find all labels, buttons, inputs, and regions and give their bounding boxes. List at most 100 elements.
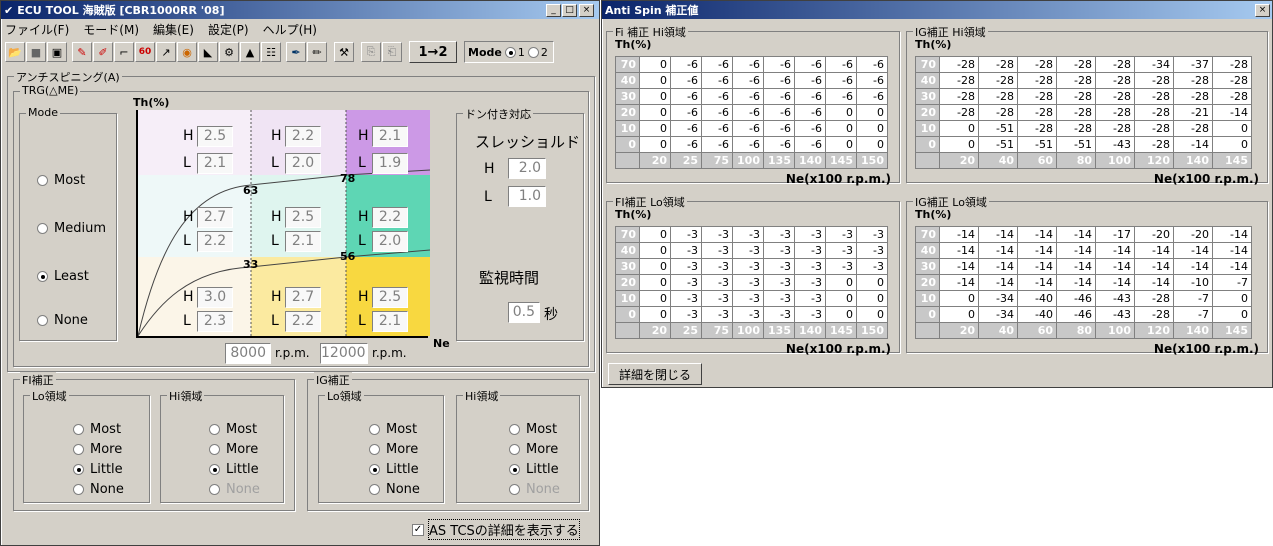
table-cell[interactable]: -28 [939, 88, 979, 105]
table-cell[interactable]: -6 [732, 104, 764, 121]
table-cell[interactable]: -28 [1212, 72, 1252, 89]
gear-icon[interactable]: ⚙ [219, 42, 239, 62]
table-cell[interactable]: 0 [1212, 136, 1252, 153]
trg-cell-9-h[interactable]: 2.5 [372, 287, 408, 308]
table-cell[interactable]: -3 [794, 242, 826, 259]
curve-icon[interactable]: ↗ [156, 42, 176, 62]
table-cell[interactable]: -6 [763, 120, 795, 137]
table-cell[interactable]: -14 [1056, 242, 1096, 259]
table-cell[interactable]: -14 [1173, 258, 1213, 275]
table-cell[interactable]: -6 [701, 136, 733, 153]
table-cell[interactable]: 0 [856, 306, 888, 323]
table-cell[interactable]: -43 [1095, 290, 1135, 307]
fi-hi-more-radio[interactable]: More [209, 442, 258, 457]
table-cell[interactable]: -3 [794, 274, 826, 291]
mode-none-radio[interactable]: None [37, 313, 88, 328]
table-cell[interactable]: -3 [701, 290, 733, 307]
table-cell[interactable]: -6 [794, 104, 826, 121]
ig-hi-little-radio[interactable]: Little [509, 462, 559, 477]
trg-cell-6-h[interactable]: 2.2 [372, 207, 408, 228]
minimize-button[interactable]: _ [546, 4, 561, 17]
trg-cell-1-l[interactable]: 2.1 [197, 153, 233, 174]
table-cell[interactable]: 0 [856, 120, 888, 137]
trg-cell-4-h[interactable]: 2.7 [197, 207, 233, 228]
table-cell[interactable]: -28 [1134, 136, 1174, 153]
table-cell[interactable]: -14 [978, 258, 1018, 275]
table-cell[interactable]: -6 [670, 88, 702, 105]
ig-lo-most-radio[interactable]: Most [369, 422, 417, 437]
wedge-icon[interactable]: ◣ [198, 42, 218, 62]
mode-medium-radio[interactable]: Medium [37, 221, 106, 236]
table-cell[interactable]: -14 [1017, 242, 1057, 259]
table-cell[interactable]: -14 [1173, 136, 1213, 153]
table-cell[interactable]: -28 [1095, 56, 1135, 73]
table-cell[interactable]: 0 [825, 136, 857, 153]
table-cell[interactable]: -28 [1134, 306, 1174, 323]
table-cell[interactable]: -43 [1095, 136, 1135, 153]
table-cell[interactable]: -6 [701, 56, 733, 73]
table-cell[interactable]: -3 [794, 258, 826, 275]
table-cell[interactable]: -20 [1134, 226, 1174, 243]
table-cell[interactable]: -6 [670, 104, 702, 121]
table-cell[interactable]: -3 [732, 306, 764, 323]
table-cell[interactable]: -6 [701, 72, 733, 89]
ig-hi-none-radio[interactable]: None [509, 482, 560, 497]
trg-cell-8-h[interactable]: 2.7 [285, 287, 321, 308]
copy-icon[interactable]: ⎘ [361, 42, 381, 62]
table-cell[interactable]: -14 [939, 274, 979, 291]
table-cell[interactable]: -21 [1173, 104, 1213, 121]
table-cell[interactable]: -3 [856, 226, 888, 243]
save-icon[interactable]: ▣ [47, 42, 67, 62]
mode-most-radio[interactable]: Most [37, 173, 85, 188]
table-cell[interactable]: -3 [825, 226, 857, 243]
trg-cell-8-l[interactable]: 2.2 [285, 311, 321, 332]
table-cell[interactable]: 0 [639, 306, 671, 323]
table-cell[interactable]: -14 [1056, 258, 1096, 275]
table-cell[interactable]: -43 [1095, 306, 1135, 323]
pen-icon[interactable]: ✏ [307, 42, 327, 62]
table-cell[interactable]: -28 [1095, 72, 1135, 89]
rpm-high-field[interactable]: 12000 [320, 343, 368, 364]
table-cell[interactable]: -14 [939, 258, 979, 275]
table-cell[interactable]: -6 [701, 120, 733, 137]
ig-lo-more-radio[interactable]: More [369, 442, 418, 457]
table-cell[interactable]: -6 [670, 56, 702, 73]
table-cell[interactable]: -3 [856, 258, 888, 275]
table-cell[interactable]: -14 [1095, 242, 1135, 259]
mode-1-radio[interactable] [504, 46, 516, 58]
trg-cell-9-l[interactable]: 2.1 [372, 311, 408, 332]
table-cell[interactable]: 0 [856, 274, 888, 291]
table-cell[interactable]: -28 [1017, 72, 1057, 89]
table-cell[interactable]: -6 [856, 56, 888, 73]
table-cell[interactable]: -6 [825, 72, 857, 89]
table-cell[interactable]: 0 [939, 306, 979, 323]
table-cell[interactable]: -6 [825, 88, 857, 105]
table-cell[interactable]: -6 [732, 56, 764, 73]
table-cell[interactable]: -34 [978, 290, 1018, 307]
table-cell[interactable]: 0 [639, 290, 671, 307]
mode-least-radio[interactable]: Least [37, 269, 89, 284]
open-icon[interactable]: 📂 [5, 42, 25, 62]
table-cell[interactable]: -20 [1173, 226, 1213, 243]
table-cell[interactable]: -14 [939, 242, 979, 259]
table-cell[interactable]: -3 [794, 226, 826, 243]
don-l-field[interactable]: 1.0 [508, 186, 546, 207]
form-icon[interactable]: ☷ [261, 42, 281, 62]
table-cell[interactable]: 0 [939, 136, 979, 153]
table-cell[interactable]: -3 [701, 258, 733, 275]
table-cell[interactable]: 0 [856, 136, 888, 153]
table-cell[interactable]: -28 [1056, 88, 1096, 105]
table-cell[interactable]: -28 [1017, 104, 1057, 121]
table-cell[interactable]: 0 [939, 290, 979, 307]
table-cell[interactable]: 0 [639, 56, 671, 73]
mode-2-radio[interactable] [527, 46, 539, 58]
table-cell[interactable]: -28 [939, 56, 979, 73]
fi-lo-most-radio[interactable]: Most [73, 422, 121, 437]
table-cell[interactable]: -3 [794, 290, 826, 307]
table-cell[interactable]: -6 [670, 136, 702, 153]
table-cell[interactable]: -6 [732, 88, 764, 105]
disk-icon[interactable]: ■ [26, 42, 46, 62]
table-cell[interactable]: -28 [1212, 88, 1252, 105]
table-cell[interactable]: -14 [1095, 274, 1135, 291]
table-cell[interactable]: 0 [639, 104, 671, 121]
